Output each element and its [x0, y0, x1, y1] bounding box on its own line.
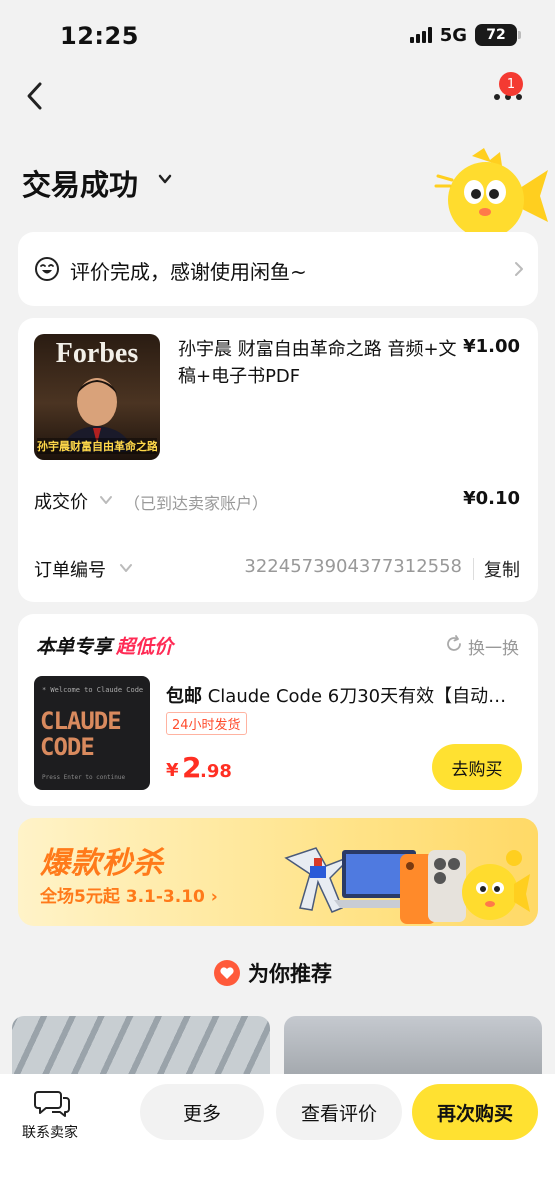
notification-badge: 1	[499, 72, 523, 96]
recommend-title: 为你推荐	[248, 962, 332, 986]
back-button[interactable]	[22, 78, 52, 114]
flash-sale-subtitle: 全场5元起 3.1-3.10 ›	[40, 887, 218, 907]
recommended-item-title[interactable]: 包邮 Claude Code 6刀30天有效【自动发货】	[166, 682, 522, 708]
page-title: 交易成功	[22, 168, 139, 202]
chevron-left-icon	[27, 82, 42, 110]
bottom-action-bar: 联系卖家 更多 查看评价 再次购买	[0, 1074, 555, 1200]
contact-seller-label: 联系卖家	[22, 1125, 78, 1141]
deal-price-value: ¥0.10	[463, 488, 520, 509]
price-decimal: .98	[200, 761, 232, 782]
product-thumbnail[interactable]: Forbes 孙宇晨财富自由革命之路	[34, 334, 160, 460]
order-number-value: 3224573904377312558	[244, 556, 462, 577]
exclusive-title: 本单专享	[36, 636, 113, 658]
chevron-right-icon	[515, 262, 523, 276]
shipping-tag: 24小时发货	[166, 712, 247, 735]
thumb-caption: 孙宇晨财富自由革命之路	[37, 438, 157, 454]
free-shipping-label: 包邮	[166, 686, 202, 707]
thumb-logo-text: CLAUDE CODE	[40, 707, 122, 761]
status-time: 12:25	[60, 22, 139, 50]
more-button[interactable]: 更多	[140, 1084, 264, 1140]
thumb-terminal-footer: Press Enter to continue	[42, 774, 126, 781]
signal-icon	[409, 27, 432, 43]
divider	[473, 558, 474, 580]
flash-sale-banner[interactable]: 爆款秒杀 全场5元起 3.1-3.10 ›	[18, 818, 538, 926]
status-indicators: 5G 72	[409, 24, 521, 46]
mascot-icon	[462, 850, 530, 920]
product-price: ¥1.00	[463, 336, 520, 357]
chat-bubble-icon	[34, 1091, 70, 1117]
recommended-item-name: Claude Code 6刀30天有效【自动发货】	[207, 686, 522, 707]
chevron-down-icon[interactable]	[98, 493, 114, 507]
price-currency: ¥	[166, 760, 179, 781]
review-banner[interactable]: 评价完成，感谢使用闲鱼~	[18, 232, 538, 306]
buy-button[interactable]: 去购买	[432, 744, 522, 790]
battery-level: 72	[486, 27, 506, 43]
copy-button[interactable]: 复制	[484, 556, 520, 582]
exclusive-offer-card: 本单专享 超低价 换一换 * Welcome to Claude Code CL…	[18, 614, 538, 806]
refresh-button[interactable]: 换一换	[468, 634, 519, 659]
price-integer: 2	[182, 751, 202, 784]
refresh-icon[interactable]	[444, 634, 464, 654]
network-type: 5G	[439, 24, 467, 46]
smile-face-icon	[35, 257, 59, 281]
status-bar: 12:25 5G 72	[0, 0, 555, 70]
mascot-fish-icon	[434, 148, 548, 238]
recommended-item-thumbnail[interactable]: * Welcome to Claude Code CLAUDE CODE Pre…	[34, 676, 150, 790]
exclusive-title-highlight: 超低价	[116, 636, 174, 658]
review-banner-text: 评价完成，感谢使用闲鱼~	[70, 260, 307, 284]
chevron-down-icon[interactable]	[118, 561, 134, 575]
title-dropdown-icon[interactable]	[156, 170, 174, 188]
view-review-button[interactable]: 查看评价	[276, 1084, 402, 1140]
battery-icon: 72	[475, 24, 521, 46]
deal-price-label: 成交价	[34, 492, 88, 513]
product-title[interactable]: 孙宇晨 财富自由革命之路 音频+文稿+电子书PDF	[178, 336, 468, 390]
flash-sale-title: 爆款秒杀	[40, 846, 164, 881]
buy-again-button[interactable]: 再次购买	[412, 1084, 538, 1140]
order-card: Forbes 孙宇晨财富自由革命之路 孙宇晨 财富自由革命之路 音频+文稿+电子…	[18, 318, 538, 602]
more-menu-button[interactable]: 1	[488, 72, 532, 112]
deal-price-note: （已到达卖家账户）	[124, 494, 269, 513]
heart-icon	[214, 960, 240, 986]
thumb-brand: Forbes	[55, 338, 139, 369]
order-number-label: 订单编号	[34, 560, 106, 581]
thumb-terminal-header: * Welcome to Claude Code	[42, 686, 144, 694]
